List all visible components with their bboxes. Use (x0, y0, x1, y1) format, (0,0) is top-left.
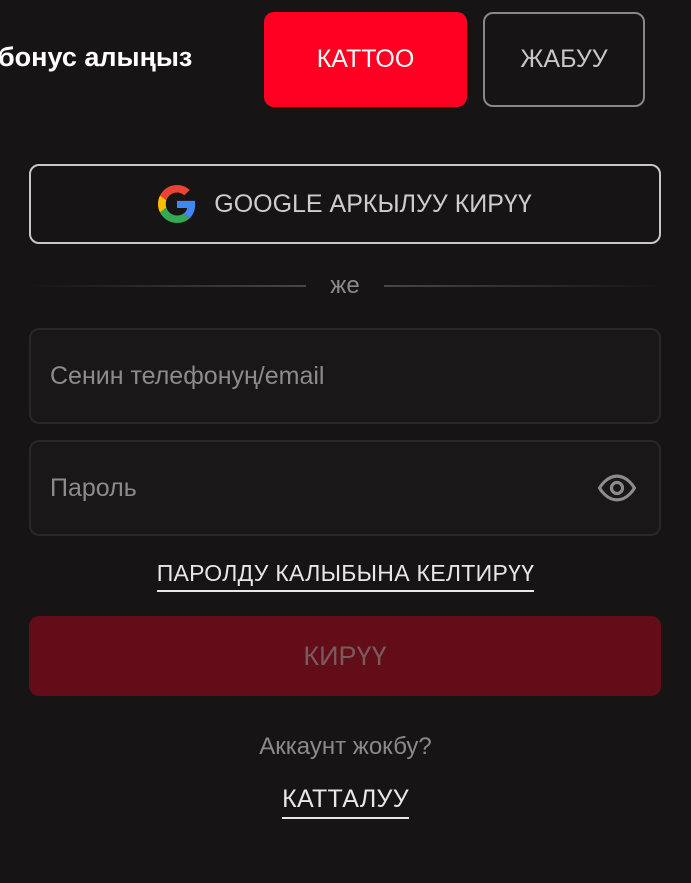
google-login-button[interactable]: GOOGLE АРКЫЛУУ КИРҮҮ (29, 164, 661, 244)
close-button[interactable]: ЖАБУУ (483, 12, 645, 107)
reset-password-link[interactable]: ПАРОЛДУ КАЛЫБЫНА КЕЛТИРҮҮ (156, 560, 535, 592)
promo-text: бонус алыңыз (0, 42, 193, 72)
phone-email-input[interactable] (31, 330, 659, 422)
or-divider: же (29, 270, 661, 302)
no-account-text: Аккаунт жокбу? (259, 733, 432, 760)
phone-email-field-container (29, 328, 661, 424)
google-login-label: GOOGLE АРКЫЛУУ КИРҮҮ (214, 189, 532, 218)
eye-icon[interactable] (597, 468, 637, 508)
divider-line-right (383, 285, 661, 287)
signup-link[interactable]: КАТТАЛУУ (282, 785, 409, 819)
login-page: бонус алыңыз КАТТОО ЖАБУУ GOOGLE АРКЫЛУУ… (0, 0, 691, 883)
google-icon (158, 185, 196, 223)
reset-password-row: ПАРОЛДУ КАЛЫБЫНА КЕЛТИРҮҮ (0, 560, 691, 592)
signup-row: КАТТАЛУУ (0, 785, 691, 819)
password-input[interactable] (31, 442, 597, 534)
register-button[interactable]: КАТТОО (264, 12, 467, 107)
divider-line-left (29, 285, 307, 287)
password-field-container (29, 440, 661, 536)
divider-text: же (330, 272, 360, 299)
login-submit-button[interactable]: КИРҮҮ (29, 616, 661, 696)
